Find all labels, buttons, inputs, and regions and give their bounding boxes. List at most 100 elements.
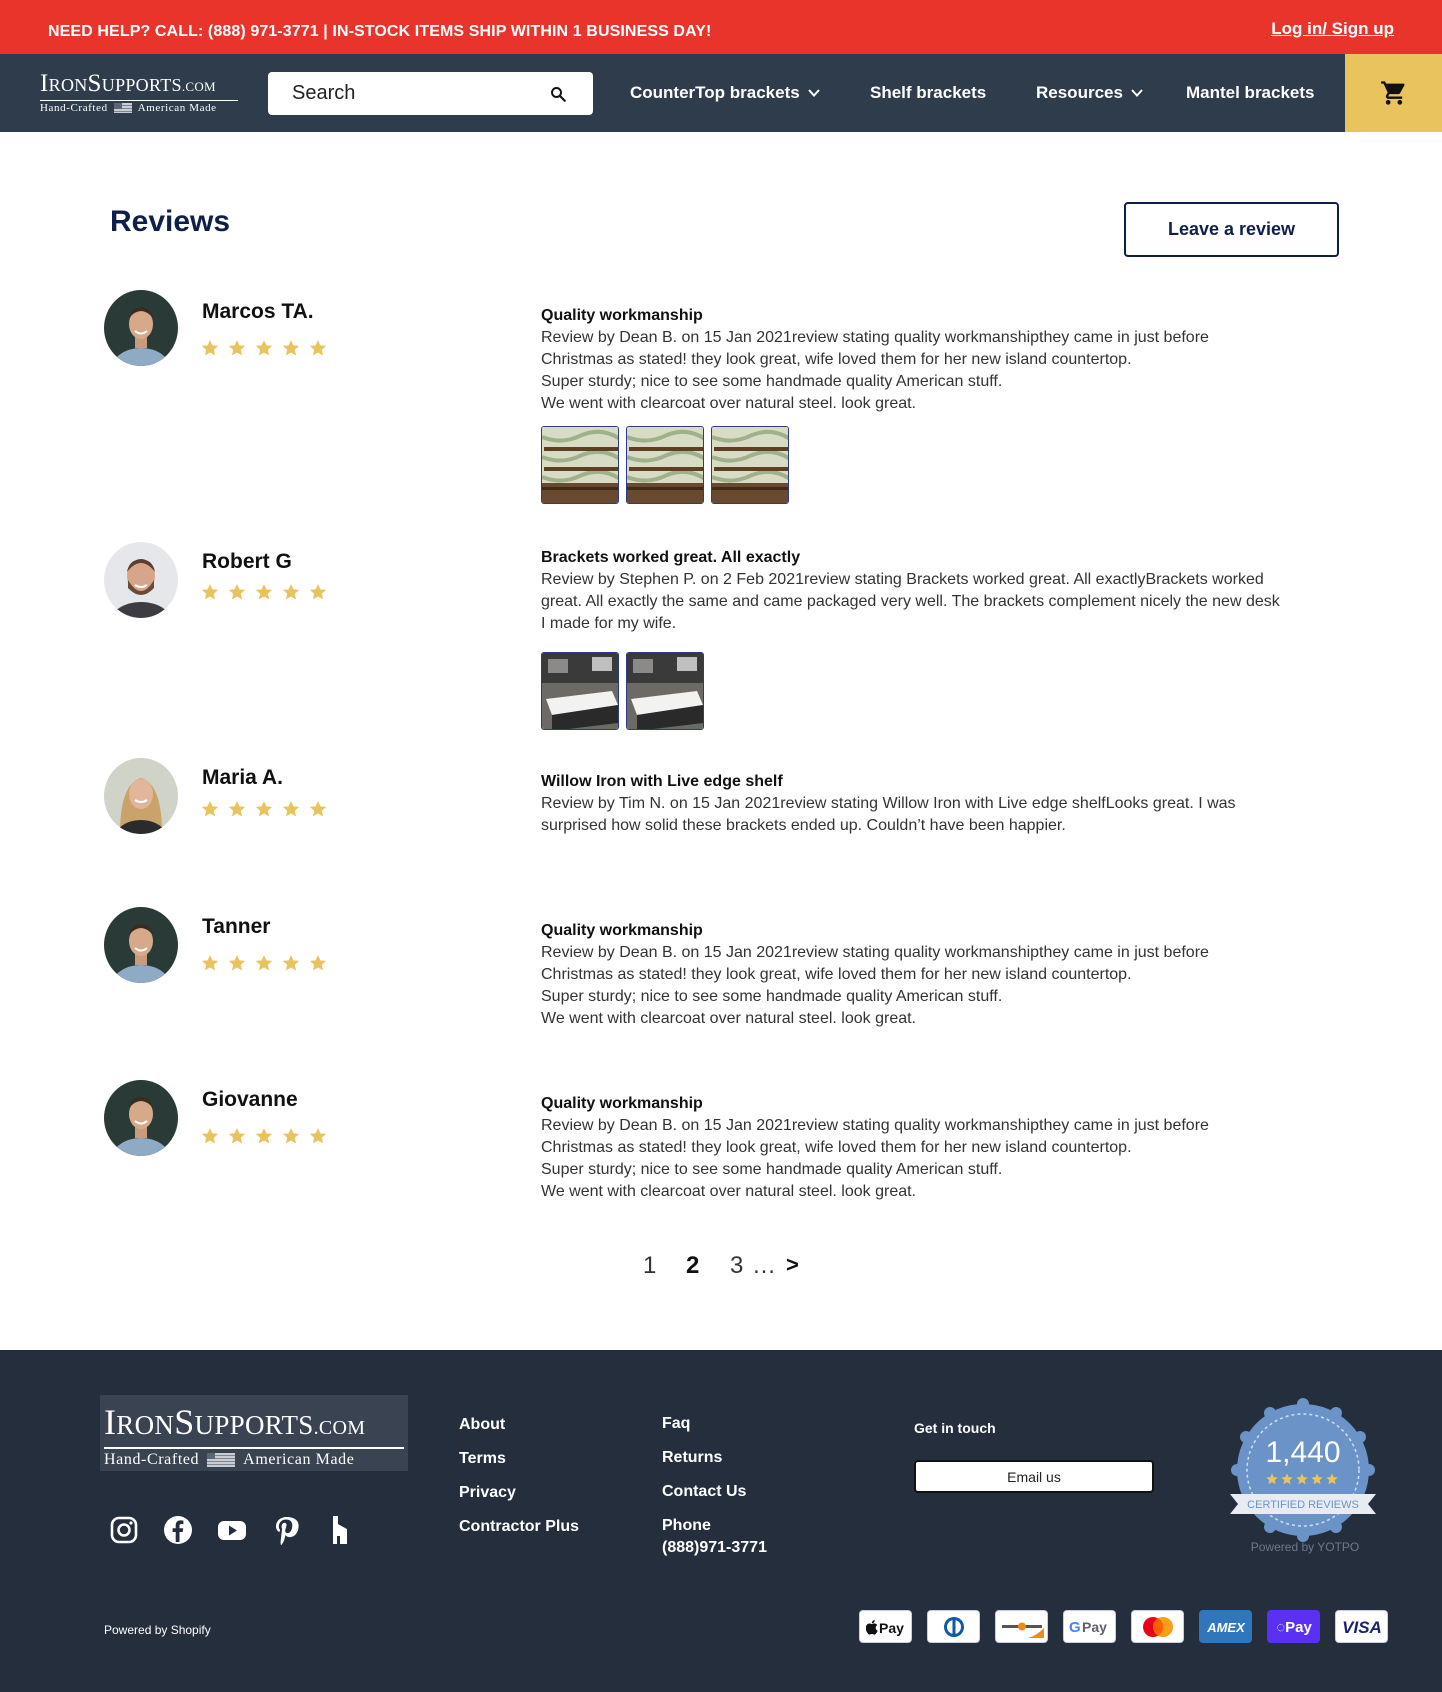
svg-text:◌Pay: ◌Pay <box>1276 1619 1312 1636</box>
star-icon <box>254 799 274 819</box>
login-signup-link[interactable]: Log in/ Sign up <box>1271 19 1394 39</box>
page-link-3[interactable]: 3 <box>730 1252 743 1280</box>
star-icon <box>281 582 301 602</box>
pagination: 1 2 3 … > <box>0 1252 1442 1282</box>
star-icon <box>254 1126 274 1146</box>
svg-text:Pay: Pay <box>1082 1619 1107 1635</box>
review-body: Review by Dean B. on 15 Jan 2021review s… <box>541 1115 1281 1203</box>
email-us-button[interactable]: Email us <box>914 1460 1154 1493</box>
page-link-1[interactable]: 1 <box>643 1252 656 1280</box>
discover-icon <box>995 1610 1048 1643</box>
logo-text-ron: RON <box>116 1410 175 1440</box>
review-line: Review by Stephen P. on 2 Feb 2021review… <box>541 571 1264 588</box>
yotpo-reviews-badge[interactable]: 1,440 CERTIFIED REVIEWS <box>1228 1398 1378 1548</box>
reviewer-name: Tanner <box>202 915 271 938</box>
avatar <box>104 758 178 834</box>
reviewer-name: Robert G <box>202 550 292 573</box>
review-photos <box>541 426 789 504</box>
footer-link-contractor-plus[interactable]: Contractor Plus <box>459 1518 579 1552</box>
review-photo-thumbnail[interactable] <box>626 652 704 730</box>
facebook-icon[interactable] <box>162 1514 194 1546</box>
star-icon <box>308 582 328 602</box>
footer-link-about[interactable]: About <box>459 1416 579 1450</box>
review-body: Review by Dean B. on 15 Jan 2021review s… <box>541 942 1281 1030</box>
footer-link-faq[interactable]: Faq <box>662 1415 767 1449</box>
footer-phone-number[interactable]: (888)971-3771 <box>662 1539 767 1573</box>
logo-tagline-left: Hand-Crafted <box>40 102 108 114</box>
star-icon <box>281 1126 301 1146</box>
review-body: Review by Tim N. on 15 Jan 2021review st… <box>541 793 1281 837</box>
logo-text-i: I <box>104 1402 117 1442</box>
svg-text:AMEX: AMEX <box>1206 1620 1246 1635</box>
star-icon <box>308 799 328 819</box>
nav-countertop-brackets[interactable]: CounterTop brackets <box>630 54 820 132</box>
nav-mantel-brackets[interactable]: Mantel brackets <box>1186 54 1315 132</box>
review-line: Christmas as stated! they look great, wi… <box>541 1139 1132 1156</box>
star-icon <box>200 953 220 973</box>
shop-pay-icon: ◌Pay <box>1267 1610 1320 1643</box>
review-line: I made for my wife. <box>541 615 677 632</box>
logo-tagline-left: Hand-Crafted <box>104 1451 200 1468</box>
search-box <box>268 72 593 115</box>
site-footer: IRONSUPPORTS.COM Hand-Crafted American Ma… <box>0 1350 1442 1692</box>
powered-by-shopify[interactable]: Powered by Shopify <box>104 1623 211 1637</box>
star-icon <box>227 799 247 819</box>
pinterest-icon[interactable] <box>270 1514 302 1546</box>
footer-link-returns[interactable]: Returns <box>662 1449 767 1483</box>
youtube-icon[interactable] <box>216 1514 248 1546</box>
next-page-link[interactable]: > <box>786 1252 799 1278</box>
star-icon <box>281 799 301 819</box>
reviewer-name: Giovanne <box>202 1088 298 1111</box>
site-logo[interactable]: IRONSUPPORTS.COM Hand-Crafted American Ma… <box>40 70 238 114</box>
powered-by-yotpo[interactable]: Powered by YOTPO <box>1210 1540 1400 1554</box>
star-rating <box>200 799 328 819</box>
google-pay-icon: G Pay <box>1063 1610 1116 1643</box>
svg-text:1,440: 1,440 <box>1265 1436 1340 1469</box>
logo-text-s: S <box>174 1402 195 1442</box>
amex-icon: AMEX <box>1199 1610 1252 1643</box>
footer-link-privacy[interactable]: Privacy <box>459 1484 579 1518</box>
footer-link-terms[interactable]: Terms <box>459 1450 579 1484</box>
leave-review-button[interactable]: Leave a review <box>1124 202 1339 257</box>
review-line: Review by Tim N. on 15 Jan 2021review st… <box>541 795 1236 812</box>
review-title: Quality workmanship <box>541 1095 703 1112</box>
review-photo-thumbnail[interactable] <box>541 426 619 504</box>
nav-shelf-brackets[interactable]: Shelf brackets <box>870 54 986 132</box>
review-photo-thumbnail[interactable] <box>711 426 789 504</box>
star-icon <box>308 338 328 358</box>
flag-icon <box>207 1453 236 1467</box>
search-input[interactable] <box>268 72 538 115</box>
page-link-current[interactable]: 2 <box>686 1252 699 1280</box>
svg-text:Pay: Pay <box>879 1620 904 1636</box>
review-line: Review by Dean B. on 15 Jan 2021review s… <box>541 1117 1209 1134</box>
instagram-icon[interactable] <box>108 1514 140 1546</box>
logo-text-i: I <box>40 70 49 97</box>
footer-link-contact-us[interactable]: Contact Us <box>662 1483 767 1517</box>
footer-links-col2: Faq Returns Contact Us Phone (888)971-37… <box>662 1415 767 1573</box>
houzz-icon[interactable] <box>324 1514 356 1546</box>
star-icon <box>281 338 301 358</box>
review-title: Quality workmanship <box>541 307 703 324</box>
review-photo-thumbnail[interactable] <box>541 652 619 730</box>
star-icon <box>227 953 247 973</box>
reviewer-name: Marcos TA. <box>202 300 314 323</box>
review-line: We went with clearcoat over natural stee… <box>541 1183 916 1200</box>
review-photo-thumbnail[interactable] <box>626 426 704 504</box>
star-icon <box>200 1126 220 1146</box>
nav-resources[interactable]: Resources <box>1036 54 1143 132</box>
visa-icon: VISA <box>1335 1610 1388 1643</box>
review-line: Super sturdy; nice to see some handmade … <box>541 1161 1003 1178</box>
star-icon <box>308 953 328 973</box>
review-line: Christmas as stated! they look great, wi… <box>541 351 1132 368</box>
review-line: Review by Dean B. on 15 Jan 2021review s… <box>541 944 1209 961</box>
logo-text-s: S <box>87 70 102 97</box>
cart-button[interactable] <box>1345 54 1442 132</box>
footer-links-col1: About Terms Privacy Contractor Plus <box>459 1416 579 1552</box>
review-line: surprised how solid these brackets ended… <box>541 817 1066 834</box>
review-title: Quality workmanship <box>541 922 703 939</box>
search-icon[interactable] <box>549 85 567 103</box>
logo-domain: .COM <box>313 1417 366 1439</box>
review-line: Christmas as stated! they look great, wi… <box>541 966 1132 983</box>
star-icon <box>254 582 274 602</box>
footer-logo[interactable]: IRONSUPPORTS.COM Hand-Crafted American Ma… <box>100 1395 408 1471</box>
